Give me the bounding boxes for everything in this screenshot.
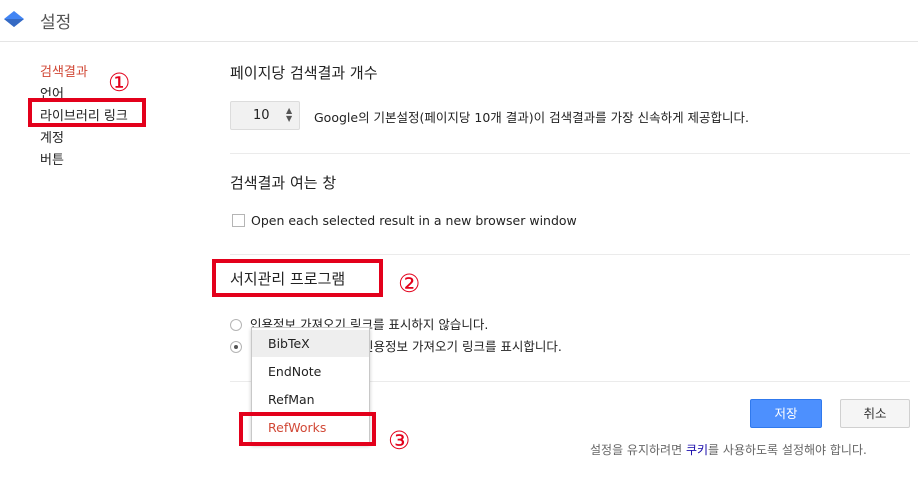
annotation-number-2: ② <box>398 269 421 298</box>
results-per-page-select[interactable]: 10 ▲ ▼ <box>230 101 300 130</box>
dropdown-option-refworks[interactable]: RefWorks <box>252 414 369 441</box>
radio-show-citation-label[interactable]: 인용정보 가져오기 링크를 표시합니다. <box>362 339 562 354</box>
cookie-link[interactable]: 쿠키 <box>686 443 708 457</box>
cancel-button[interactable]: 취소 <box>840 399 910 428</box>
sidebar-item-button[interactable]: 버튼 <box>40 150 128 172</box>
dropdown-option-bibtex[interactable]: BibTeX <box>252 330 369 357</box>
annotation-number-1: ① <box>108 68 131 97</box>
app-header: 설정 <box>0 0 918 42</box>
sidebar-item-library-links[interactable]: 라이브러리 링크 <box>40 106 128 128</box>
open-new-window-label[interactable]: Open each selected result in a new brows… <box>251 213 577 228</box>
radio-no-citation-link[interactable] <box>230 319 242 331</box>
page-title: 설정 <box>40 13 72 33</box>
annotation-number-3: ③ <box>388 426 411 455</box>
bib-manager-title: 서지관리 프로그램 <box>230 270 346 288</box>
dropdown-option-endnote[interactable]: EndNote <box>252 358 369 385</box>
bib-manager-dropdown[interactable]: BibTeX EndNote RefMan RefWorks <box>251 327 370 444</box>
open-new-window-option: Open each selected result in a new brows… <box>232 213 577 228</box>
open-window-title: 검색결과 여는 창 <box>230 174 337 192</box>
results-per-page-title: 페이지당 검색결과 개수 <box>230 64 378 82</box>
sidebar-item-account[interactable]: 계정 <box>40 128 128 150</box>
radio-show-citation-link[interactable] <box>230 341 242 353</box>
section-divider <box>230 153 910 154</box>
stepper-arrows-icon: ▲ ▼ <box>286 106 293 123</box>
cookie-note: 설정을 유지하려면 쿠키를 사용하도록 설정해야 합니다. <box>590 441 867 458</box>
results-per-page-description: Google의 기본설정(페이지당 10개 결과)이 검색결과를 가장 신속하게… <box>314 110 750 125</box>
cookie-note-after: 를 사용하도록 설정해야 합니다. <box>708 443 867 457</box>
scholar-logo-icon <box>4 11 24 27</box>
results-per-page-value: 10 <box>253 108 270 123</box>
save-button[interactable]: 저장 <box>750 399 822 428</box>
cookie-note-before: 설정을 유지하려면 <box>590 443 686 457</box>
dropdown-option-refman[interactable]: RefMan <box>252 386 369 413</box>
open-new-window-checkbox[interactable] <box>232 214 245 227</box>
section-divider <box>230 254 910 255</box>
